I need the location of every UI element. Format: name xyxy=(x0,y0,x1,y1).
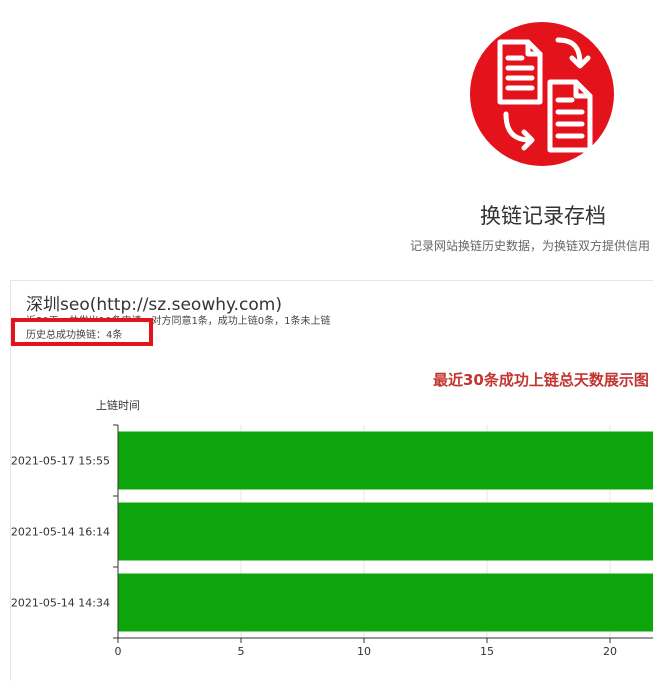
y-tick-label: 2021-05-14 16:14 xyxy=(11,526,110,539)
x-tick-label: 0 xyxy=(115,645,122,658)
x-tick-label: 10 xyxy=(357,645,371,658)
x-tick-label: 15 xyxy=(480,645,494,658)
x-tick-label: 20 xyxy=(603,645,617,658)
y-tick-label: 2021-05-14 14:34 xyxy=(11,597,110,610)
bar-chart: 2021-05-17 15:55 2021-05-14 16:14 2021-05-… xyxy=(11,424,653,658)
bar xyxy=(118,431,653,490)
bar xyxy=(118,573,653,632)
bar xyxy=(118,502,653,561)
y-tick-label: 2021-05-17 15:55 xyxy=(11,455,110,468)
x-tick-label: 5 xyxy=(238,645,245,658)
